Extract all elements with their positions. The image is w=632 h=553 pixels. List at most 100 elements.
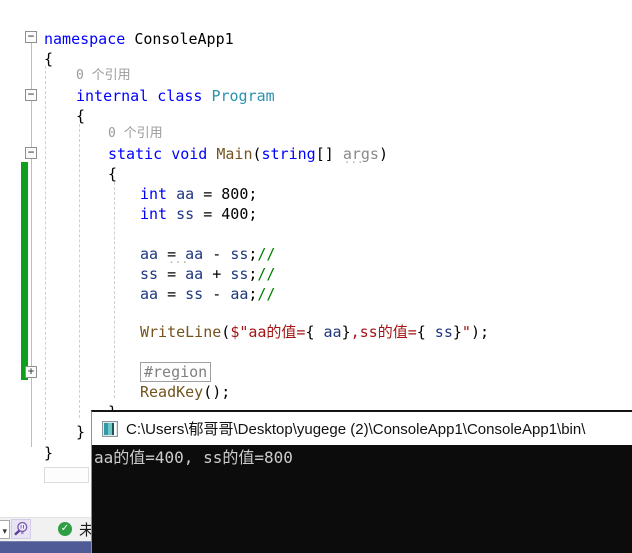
- console-title-text: C:\Users\郁哥哥\Desktop\yugege (2)\ConsoleA…: [126, 418, 585, 439]
- code-token: ss: [140, 265, 158, 283]
- code-token: class: [157, 87, 211, 105]
- code-token: static: [108, 145, 171, 163]
- code-token: 0 个引用: [76, 68, 131, 83]
- check-circle-icon: ✓: [58, 522, 72, 536]
- code-token: internal: [76, 87, 157, 105]
- code-line: aa = aa - ss;//: [140, 245, 275, 263]
- code-token: +: [203, 265, 230, 283]
- indent-guide: [45, 66, 46, 440]
- console-title-bar[interactable]: C:\Users\郁哥哥\Desktop\yugege (2)\ConsoleA…: [92, 412, 632, 445]
- code-token: $": [230, 323, 248, 341]
- code-token: {: [417, 323, 426, 341]
- code-token: void: [171, 145, 216, 163]
- code-token: {: [44, 50, 53, 68]
- code-line: ss = aa + ss;//: [140, 265, 275, 283]
- code-token: int: [140, 185, 176, 203]
- console-output-line: aa的值=400, ss的值=800: [92, 445, 632, 468]
- code-token: namespace: [44, 30, 134, 48]
- fold-minus-icon[interactable]: −: [25, 89, 37, 101]
- console-output-area[interactable]: aa的值=400, ss的值=800: [92, 445, 632, 553]
- code-line: int ss = 400;: [140, 205, 257, 223]
- code-token: ss的值=: [360, 323, 417, 341]
- code-token: (: [253, 145, 262, 163]
- codelens-references: 0 个引用: [76, 68, 131, 84]
- zoom-level-dropdown[interactable]: ▾: [0, 520, 10, 539]
- code-token: []: [316, 145, 343, 163]
- document-health-indicator[interactable]: ✓ 未: [58, 520, 94, 538]
- code-token: ": [462, 323, 471, 341]
- quick-actions-button[interactable]: [11, 519, 31, 539]
- code-line: int aa = 800;: [140, 185, 257, 203]
- indent-guide: [114, 182, 115, 398]
- codelens-references: 0 个引用: [108, 126, 163, 142]
- code-line: ReadKey();: [140, 383, 230, 401]
- code-token: = 400;: [194, 205, 257, 223]
- code-token: = 800;: [194, 185, 257, 203]
- console-window-icon: [102, 421, 118, 437]
- code-line: static void Main(string[] args): [108, 145, 388, 163]
- region-collapsed: #region: [140, 363, 211, 381]
- chevron-down-icon: ▾: [2, 522, 9, 540]
- code-token: [158, 245, 167, 263]
- code-token: (: [221, 323, 230, 341]
- code-token: int: [140, 205, 176, 223]
- code-token: aa的值=: [248, 323, 305, 341]
- fold-plus-icon[interactable]: +: [25, 366, 37, 378]
- code-line: namespace ConsoleApp1: [44, 30, 234, 48]
- code-token: args: [343, 145, 379, 163]
- code-token: }: [44, 444, 53, 462]
- code-token: ReadKey: [140, 383, 203, 401]
- console-window: C:\Users\郁哥哥\Desktop\yugege (2)\ConsoleA…: [91, 410, 632, 553]
- code-token: ,: [351, 323, 360, 341]
- code-token: ConsoleApp1: [134, 30, 233, 48]
- code-token: //: [257, 285, 275, 303]
- code-token: =: [167, 245, 176, 263]
- code-line: aa = ss - aa;//: [140, 285, 275, 303]
- code-line: internal class Program: [76, 87, 275, 105]
- code-token: aa: [315, 323, 342, 341]
- code-line: }: [76, 423, 85, 441]
- code-token: //: [257, 245, 275, 263]
- code-token: ss: [185, 285, 203, 303]
- code-line: }: [44, 444, 53, 462]
- code-token: aa: [185, 265, 203, 283]
- vs-editor-screenshot: namespace ConsoleApp1 {0 个引用 internal clas…: [0, 0, 632, 553]
- code-token: -: [203, 245, 230, 263]
- indent-guide: [79, 124, 80, 418]
- code-line: {: [76, 107, 85, 125]
- code-token: {: [108, 165, 117, 183]
- outline-guide-line: [31, 43, 32, 447]
- fold-minus-icon[interactable]: −: [25, 31, 37, 43]
- code-token: =: [158, 285, 185, 303]
- code-token: -: [203, 285, 230, 303]
- code-token: {: [76, 107, 85, 125]
- code-token: {: [305, 323, 314, 341]
- code-token: ): [379, 145, 388, 163]
- code-token: aa: [140, 285, 158, 303]
- code-token: ss: [230, 265, 248, 283]
- code-token: }: [76, 423, 85, 441]
- code-token: aa: [176, 185, 194, 203]
- code-token: WriteLine: [140, 323, 221, 341]
- code-token: ss: [230, 245, 248, 263]
- code-token: ss: [426, 323, 453, 341]
- change-tracking-bar: [21, 162, 28, 380]
- code-token: =: [158, 265, 185, 283]
- code-token: aa: [230, 285, 248, 303]
- code-token: //: [257, 265, 275, 283]
- code-token: ss: [176, 205, 194, 223]
- faint-outline-box: [44, 467, 89, 483]
- quick-actions-lightbulb-icon: [12, 520, 30, 538]
- code-token: ();: [203, 383, 230, 401]
- code-line: {: [108, 165, 117, 183]
- code-token: Main: [216, 145, 252, 163]
- code-token: }: [342, 323, 351, 341]
- code-line: WriteLine($"aa的值={ aa},ss的值={ ss}");: [140, 323, 489, 341]
- code-token: #region: [140, 362, 211, 382]
- fold-minus-icon[interactable]: −: [25, 147, 37, 159]
- code-token: Program: [211, 87, 274, 105]
- code-line: {: [44, 50, 53, 68]
- code-token: );: [471, 323, 489, 341]
- code-token: string: [262, 145, 316, 163]
- code-token: aa: [140, 245, 158, 263]
